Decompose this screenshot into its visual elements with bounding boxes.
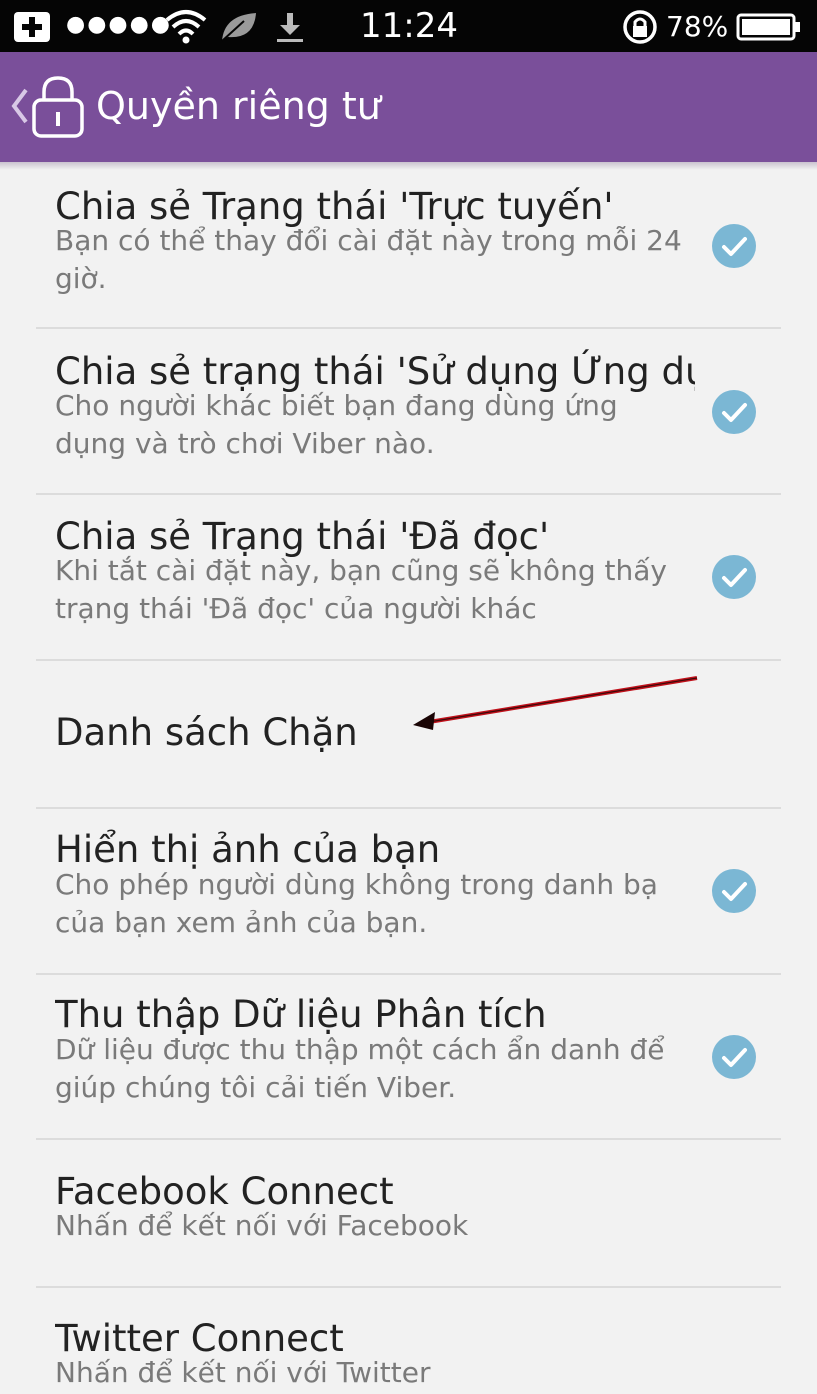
divider <box>36 1286 781 1288</box>
wifi-icon <box>165 10 207 44</box>
status-bar: ●●●●● 11:24 78% <box>0 0 817 52</box>
battery-icon <box>736 13 800 41</box>
checkbox-checked-icon[interactable] <box>711 223 757 269</box>
checkbox-checked-icon[interactable] <box>711 389 757 435</box>
divider <box>36 1138 781 1140</box>
checkbox-checked-icon[interactable] <box>711 868 757 914</box>
checkbox-checked-icon[interactable] <box>711 554 757 600</box>
setting-description: Cho phép người dùng không trong danh bạ … <box>55 868 658 939</box>
divider <box>36 807 781 809</box>
page-title: Quyền riêng tư <box>96 84 381 128</box>
app-bar-shadow <box>0 162 817 170</box>
setting-description: Nhấn để kết nối với Facebook <box>55 1209 469 1242</box>
setting-description: Dữ liệu được thu thập một cách ẩn danh đ… <box>55 1033 665 1104</box>
download-icon <box>277 13 303 42</box>
battery-percent: 78% <box>666 10 729 43</box>
setting-description: Nhấn để kết nối với Twitter <box>55 1356 431 1389</box>
setting-description: Bạn có thể thay đổi cài đặt này trong mỗ… <box>55 224 682 295</box>
back-chevron-icon[interactable] <box>8 86 30 126</box>
divider <box>36 659 781 661</box>
add-notification-icon <box>14 12 50 42</box>
rotation-lock-icon <box>623 10 657 44</box>
leaf-icon <box>221 13 256 42</box>
checkbox-checked-icon[interactable] <box>711 1034 757 1080</box>
setting-description: Khi tắt cài đặt này, bạn cũng sẽ không t… <box>55 554 667 625</box>
clock: 11:24 <box>360 6 458 46</box>
divider <box>36 327 781 329</box>
lock-icon[interactable] <box>30 74 86 140</box>
setting-description: Cho người khác biết bạn đang dùng ứng dụ… <box>55 389 618 460</box>
divider <box>36 493 781 495</box>
annotation-arrow-icon <box>413 676 698 730</box>
divider <box>36 973 781 975</box>
signal-strength-icon: ●●●●● <box>66 12 172 37</box>
